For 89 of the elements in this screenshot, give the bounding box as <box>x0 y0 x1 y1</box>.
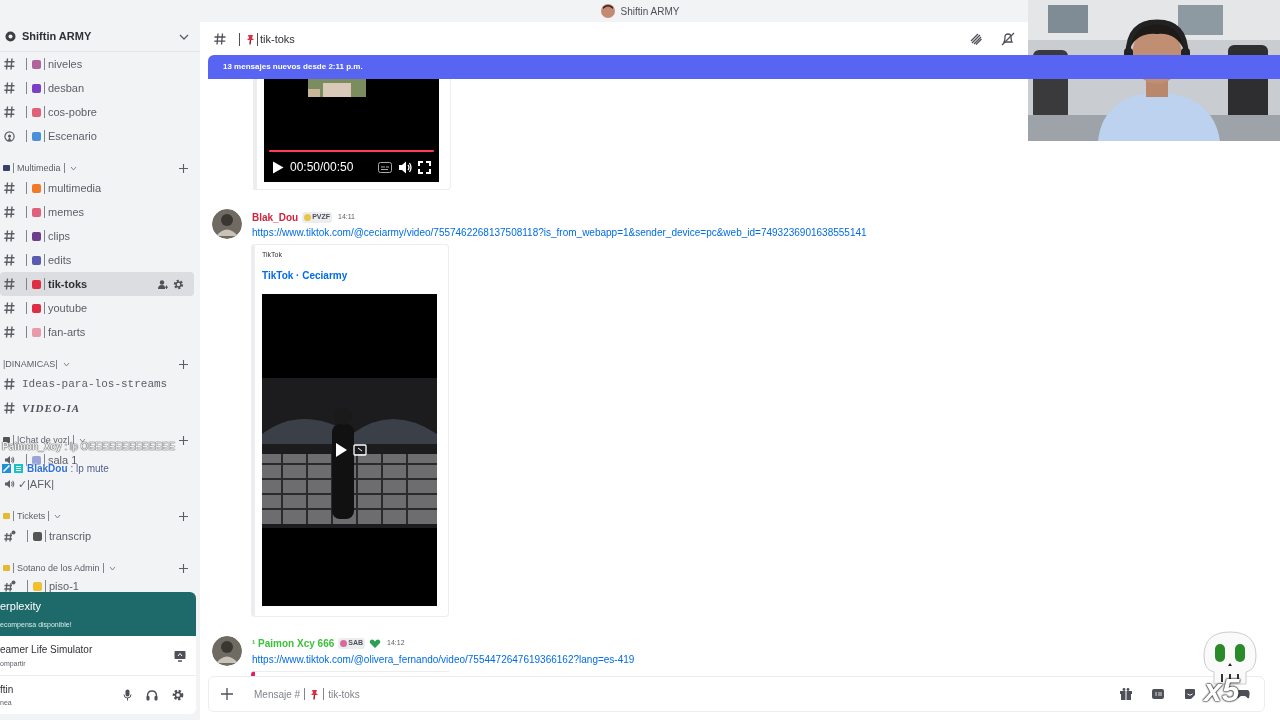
headphones-icon <box>146 689 158 701</box>
category-label[interactable]: Tickets <box>17 511 46 521</box>
hash-icon <box>4 82 15 94</box>
channel-link[interactable]: Escenario <box>48 130 97 142</box>
plus-icon <box>179 563 188 573</box>
hash-icon <box>4 230 15 242</box>
hash-icon <box>4 206 15 218</box>
hash-icon <box>4 182 15 194</box>
activity-title: eamer Life Simulator <box>0 642 94 657</box>
speaker-icon <box>4 479 15 489</box>
plus-icon <box>179 163 188 173</box>
server-avatar-icon <box>600 4 615 18</box>
channel-link[interactable]: transcrip <box>49 530 92 542</box>
channel-link[interactable]: Ideas-para-los-streams <box>22 378 168 390</box>
author-name[interactable]: Blak_Dou <box>252 209 299 225</box>
server-icon <box>5 31 16 42</box>
video-time: 00:50/00:50 <box>290 159 355 176</box>
sticker-icon <box>1184 688 1196 700</box>
channel-link[interactable]: edits <box>48 254 72 266</box>
chevron-down-icon <box>69 165 77 171</box>
hash-icon <box>4 254 15 266</box>
plus-icon <box>221 688 233 700</box>
category-label[interactable]: Multimedia <box>17 163 61 173</box>
message-link[interactable]: https://www.tiktok.com/@olivera_fernando/video/7554472647619366162?lang=es-419 <box>252 651 635 667</box>
heart-shield-icon <box>369 638 382 649</box>
chevron-down-icon <box>78 437 86 443</box>
chevron-down-icon <box>179 33 189 40</box>
server-header[interactable]: Shiftin ARMY <box>0 22 200 52</box>
category-label[interactable]: Sotano de los Admin <box>17 563 100 573</box>
chat-username: BlakDou <box>27 464 68 473</box>
channel-link[interactable]: ✓|AFK| <box>18 478 55 490</box>
username: ftin <box>0 682 15 697</box>
muted-bell-icon <box>1001 32 1015 46</box>
channel-link[interactable]: sala 1 <box>48 454 78 466</box>
invite-icon <box>158 279 168 289</box>
hash-icon <box>4 58 15 70</box>
chat-message: : lp mute <box>70 464 109 473</box>
channel-link[interactable]: fan-arts <box>48 326 86 338</box>
volume-icon <box>398 160 412 174</box>
captions-icon <box>378 161 392 173</box>
embed-title[interactable]: TikTok · Ceciarmy <box>262 267 448 283</box>
hash-icon <box>4 302 15 314</box>
gif-icon <box>1152 689 1164 699</box>
badge-icon <box>2 464 24 473</box>
multiplier-label: x5 <box>1204 674 1240 706</box>
category-label[interactable]: |DINAMICAS| <box>3 359 58 369</box>
message-link[interactable]: https://www.tiktok.com/@ceciarmy/video/7557462268137508118?is_from_webapp=1&sender_device=pc&web_id=7493236901638555141 <box>252 225 867 240</box>
hash-icon <box>4 278 15 290</box>
speaker-icon <box>4 455 15 465</box>
settings-icon <box>172 689 184 701</box>
screen-share-icon <box>174 649 186 662</box>
channel-name: tik-toks <box>260 31 296 47</box>
pin-icon <box>245 33 255 45</box>
chevron-down-icon <box>54 513 62 519</box>
hash-icon <box>4 326 15 338</box>
hash-icon <box>4 378 15 390</box>
hash-icon <box>4 402 15 414</box>
chevron-down-icon <box>108 565 116 571</box>
avatar <box>212 209 242 239</box>
channel-link[interactable]: desban <box>48 82 85 94</box>
plus-icon <box>179 435 188 445</box>
chevron-down-icon <box>62 361 70 367</box>
threads-icon <box>969 32 983 46</box>
channel-link[interactable]: multimedia <box>48 182 102 194</box>
promo-title: erplexity <box>0 599 42 614</box>
channel-item[interactable]: tik-toks <box>0 272 194 296</box>
channel-link[interactable]: piso-1 <box>49 580 79 592</box>
settings-icon <box>173 278 184 290</box>
window-title: Shiftin ARMY <box>620 4 680 19</box>
channel-link[interactable]: youtube <box>48 302 88 314</box>
channel-link[interactable]: niveles <box>48 58 83 70</box>
locked-hash-icon <box>4 530 16 542</box>
channel-link[interactable]: VIDEO-IA <box>22 402 81 414</box>
channel-link[interactable]: memes <box>48 206 85 218</box>
new-messages-banner[interactable]: 13 mensajes nuevos desde 2:11 p.m. <box>208 55 1280 79</box>
fullscreen-icon <box>418 160 431 174</box>
stage-icon <box>4 130 15 142</box>
channel-link[interactable]: cos-pobre <box>48 106 97 118</box>
microphone-icon <box>123 689 132 701</box>
hash-icon <box>4 106 15 118</box>
avatar <box>212 635 242 666</box>
channel-link[interactable]: clips <box>48 230 70 242</box>
gift-icon <box>1120 688 1132 700</box>
locked-hash-icon <box>4 580 16 592</box>
plus-icon <box>179 359 188 369</box>
play-icon <box>272 160 284 174</box>
plus-icon <box>179 511 188 521</box>
pin-icon <box>309 688 320 700</box>
hash-icon <box>214 33 226 45</box>
